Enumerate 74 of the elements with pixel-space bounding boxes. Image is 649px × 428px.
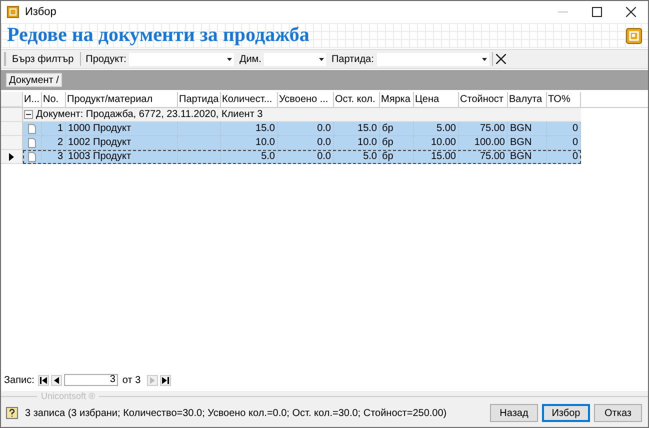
table-cell: BGN — [508, 136, 547, 150]
row-header[interactable] — [1, 150, 23, 164]
last-record-icon[interactable] — [162, 376, 169, 384]
table-cell: 75.00 — [459, 150, 508, 164]
table-cell: 1002 Продукт — [66, 136, 178, 150]
table-cell: 100.00 — [459, 136, 508, 150]
record-input[interactable]: 3 — [64, 374, 118, 386]
column-header[interactable]: Валута — [508, 92, 547, 107]
table-cell: BGN — [508, 150, 547, 164]
table-cell: BGN — [508, 122, 547, 136]
table-cell: 10.0 — [334, 136, 380, 150]
table-cell: 10.00 — [414, 136, 459, 150]
column-header[interactable]: ТО% — [547, 92, 581, 107]
column-header[interactable]: Количест... — [221, 92, 278, 107]
table-cell: 0 — [547, 122, 581, 136]
table-cell: 5.0 — [334, 150, 380, 164]
dialog-button[interactable]: Отказ — [594, 404, 642, 422]
column-header[interactable]: Продукт/материал — [66, 92, 178, 107]
table-cell: 10.0 — [221, 136, 278, 150]
table-cell: 2 — [42, 136, 66, 150]
maximize-icon[interactable] — [592, 7, 602, 17]
caret-icon[interactable] — [482, 58, 487, 60]
table-cell: 0.0 — [278, 122, 334, 136]
column-header[interactable]: Усвоено ... — [278, 92, 334, 107]
table-cell: 15.00 — [414, 150, 459, 164]
column-header[interactable]: Мярка — [380, 92, 414, 107]
group-row-label: Документ: Продажба, 6772, 23.11.2020, Клиент 3 — [36, 109, 263, 120]
table-cell: 15.0 — [221, 122, 278, 136]
table-cell: 1003 Продукт — [66, 150, 178, 164]
collapse-icon[interactable] — [24, 110, 33, 119]
column-header[interactable]: Ост. кол. — [334, 92, 380, 107]
table-cell: 5.0 — [221, 150, 278, 164]
status-text: 3 записа (3 избрани; Количество=30.0; Усвоено кол.=0.0; Ост. кол.=30.0; Стойност=250.00) — [25, 408, 448, 418]
table-cell: 75.00 — [459, 122, 508, 136]
column-header[interactable]: Цена — [414, 92, 459, 107]
dialog-button[interactable]: Избор — [542, 404, 590, 422]
table-cell: 0 — [547, 150, 581, 164]
record-label: Запис: — [4, 374, 34, 386]
table-cell — [178, 136, 221, 150]
caret-icon[interactable] — [227, 58, 232, 60]
table-cell: 3 — [42, 150, 66, 164]
table-cell: 1000 Продукт — [66, 122, 178, 136]
record-count: от 3 — [122, 374, 141, 386]
table-cell — [178, 122, 221, 136]
help-icon[interactable] — [6, 407, 18, 419]
table-cell: бр — [380, 150, 414, 164]
filter-label: Дим. — [238, 54, 262, 64]
table-cell: 0.0 — [278, 150, 334, 164]
dialog-button[interactable]: Назад — [490, 404, 538, 422]
filter-label: Продукт: — [84, 54, 126, 64]
column-header[interactable]: No. — [42, 92, 66, 107]
clear-filter-icon[interactable] — [496, 54, 506, 64]
table-cell: бр — [380, 136, 414, 150]
page-title: Редове на документи за продажба — [7, 24, 310, 47]
group-by-chip[interactable]: Документ / — [6, 73, 62, 87]
window-title: Избор — [25, 6, 56, 18]
previous-record-icon[interactable] — [53, 376, 60, 384]
quick-filter-button[interactable]: Бърз филтър — [9, 54, 77, 64]
table-cell: 5.00 — [414, 122, 459, 136]
first-record-icon[interactable] — [40, 376, 48, 384]
column-header[interactable]: И... — [23, 92, 42, 107]
table-cell: бр — [380, 122, 414, 136]
table-cell: 0 — [547, 136, 581, 150]
app-icon — [7, 6, 19, 18]
table-cell: 0.0 — [278, 136, 334, 150]
column-header[interactable]: Стойност — [459, 92, 508, 107]
table-cell: 1 — [42, 122, 66, 136]
filter-label: Партида: — [330, 54, 374, 64]
table-cell — [178, 150, 221, 164]
caret-icon[interactable] — [319, 58, 324, 60]
column-header[interactable]: Партида — [178, 92, 221, 107]
table-cell: 15.0 — [334, 122, 380, 136]
close-icon[interactable] — [626, 7, 636, 17]
panel-icon[interactable] — [626, 28, 642, 44]
